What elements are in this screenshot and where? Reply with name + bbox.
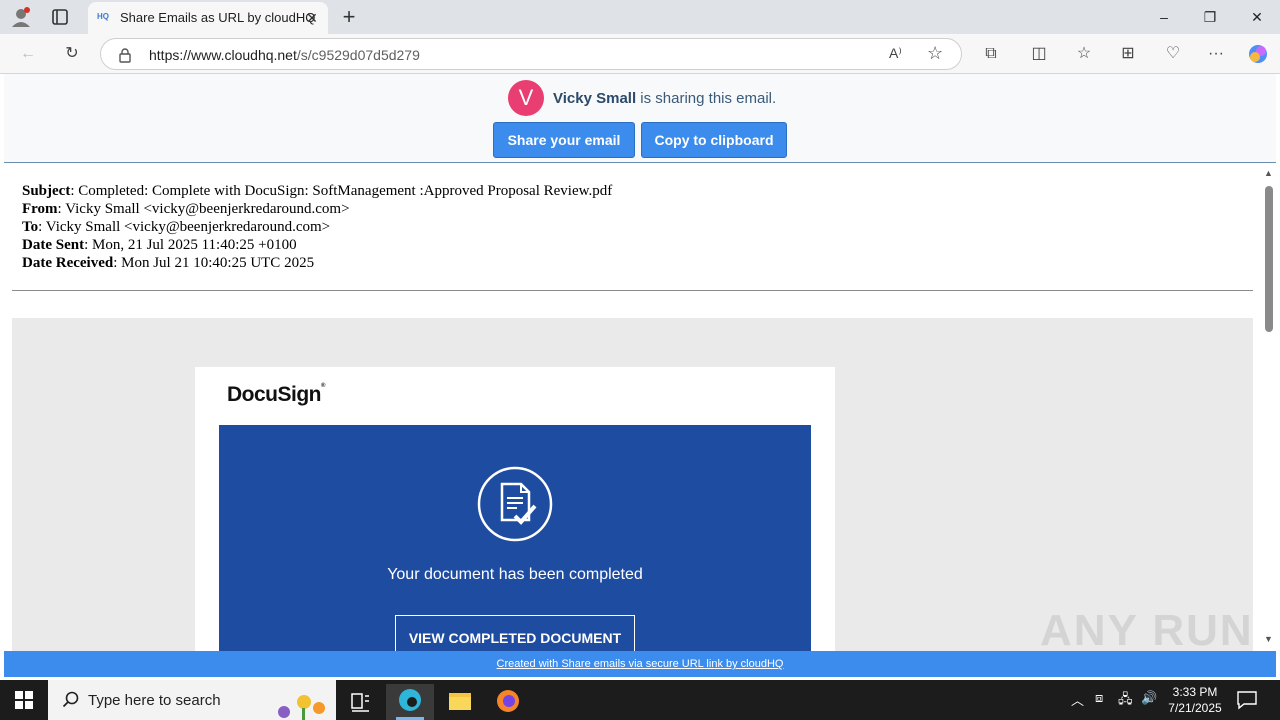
split-screen-icon[interactable]: ◫ xyxy=(1027,42,1051,66)
scroll-up-arrow-icon[interactable]: ▲ xyxy=(1264,168,1273,178)
sharing-suffix: is sharing this email. xyxy=(636,90,777,107)
docusign-banner: Your document has been completed VIEW CO… xyxy=(219,425,811,677)
to-value: : Vicky Small <vicky@beenjerkredaround.c… xyxy=(38,219,331,235)
clock-date: 7/21/2025 xyxy=(1168,701,1222,715)
metadata-divider xyxy=(12,290,1253,291)
document-completed-icon xyxy=(477,466,553,542)
address-bar[interactable]: https://www.cloudhq.net/s/c9529d07d5d279… xyxy=(100,38,962,70)
scrollbar-thumb[interactable] xyxy=(1265,186,1273,332)
read-aloud-icon[interactable]: A⁾ xyxy=(889,45,909,65)
docusign-logo: DocuSign® xyxy=(227,383,325,406)
collections-icon[interactable]: ⊞ xyxy=(1116,42,1140,66)
extensions-icon[interactable]: ⧉ xyxy=(979,42,1003,66)
task-view-icon[interactable] xyxy=(336,684,384,720)
file-explorer-icon[interactable] xyxy=(436,684,484,720)
copilot-icon[interactable] xyxy=(1246,42,1270,66)
share-header: V Vicky Small is sharing this email. Sha… xyxy=(4,74,1276,163)
browser-essentials-icon[interactable]: ♡ xyxy=(1161,42,1185,66)
sharing-message: Vicky Small is sharing this email. xyxy=(553,90,776,107)
subject-label: Subject xyxy=(22,183,71,199)
volume-icon[interactable]: 🔊 xyxy=(1141,690,1157,706)
profile-icon[interactable] xyxy=(10,6,32,28)
windows-taskbar: Type here to search ︿ ⧈ 🖧 🔊 3:33 PM 7/21… xyxy=(0,680,1280,720)
completed-message: Your document has been completed xyxy=(387,566,643,583)
search-placeholder: Type here to search xyxy=(88,692,221,709)
date-sent-value: : Mon, 21 Jul 2025 11:40:25 +0100 xyxy=(84,237,297,253)
refresh-icon[interactable]: ↻ xyxy=(60,42,84,66)
copy-to-clipboard-button[interactable]: Copy to clipboard xyxy=(641,122,787,158)
show-hidden-icons-icon[interactable]: ︿ xyxy=(1071,690,1084,709)
date-received-label: Date Received xyxy=(22,255,114,271)
window-close-icon[interactable]: ✕ xyxy=(1246,6,1268,28)
clock-time: 3:33 PM xyxy=(1172,685,1218,699)
from-value: : Vicky Small <vicky@beenjerkredaround.c… xyxy=(57,201,350,217)
notifications-icon[interactable] xyxy=(1236,690,1258,710)
subject-value: : Completed: Complete with DocuSign: Sof… xyxy=(70,183,613,199)
tab-actions-icon[interactable] xyxy=(51,8,69,26)
windows-start-icon[interactable] xyxy=(0,680,48,720)
tab-share-emails[interactable]: HQ Share Emails as URL by cloudHQ ✕ xyxy=(88,2,328,34)
date-received-line: Date Received: Mon Jul 21 10:40:25 UTC 2… xyxy=(22,254,612,272)
page-viewport: V Vicky Small is sharing this email. Sha… xyxy=(4,74,1276,677)
network-icon[interactable]: 🖧 xyxy=(1118,690,1133,712)
date-sent-label: Date Sent xyxy=(22,237,85,253)
tab-title: Share Emails as URL by cloudHQ xyxy=(120,10,316,25)
from-line: From: Vicky Small <vicky@beenjerkredarou… xyxy=(22,200,612,218)
to-label: To xyxy=(22,219,39,235)
docusign-logo-text: DocuSign xyxy=(227,383,322,406)
scroll-down-arrow-icon[interactable]: ▼ xyxy=(1264,634,1273,644)
settings-more-icon[interactable]: ··· xyxy=(1204,42,1228,66)
sharer-name: Vicky Small xyxy=(553,90,637,107)
anyrun-watermark: ANY RUN xyxy=(1040,606,1254,655)
date-received-value: : Mon Jul 21 10:40:25 UTC 2025 xyxy=(113,255,315,271)
docusign-card: DocuSign® Your document has been complet… xyxy=(195,367,835,677)
url-text[interactable]: https://www.cloudhq.net/s/c9529d07d5d279 xyxy=(149,47,420,63)
firefox-icon[interactable] xyxy=(484,684,532,720)
flowers-decoration-icon xyxy=(278,695,325,720)
search-icon xyxy=(62,691,79,708)
subject-line: Subject: Completed: Complete with DocuSi… xyxy=(22,182,612,200)
taskbar-search-box[interactable]: Type here to search xyxy=(48,680,336,720)
from-label: From xyxy=(22,201,58,217)
taskbar-clock[interactable]: 3:33 PM 7/21/2025 xyxy=(1160,684,1230,716)
url-host: https://www.cloudhq.net xyxy=(149,47,297,63)
browser-toolbar: ← ↻ https://www.cloudhq.net/s/c9529d07d5… xyxy=(0,34,1280,74)
avatar: V xyxy=(508,80,544,116)
vertical-scrollbar[interactable]: ▲ ▼ xyxy=(1262,164,1276,650)
new-tab-icon[interactable]: + xyxy=(338,6,360,28)
restore-icon[interactable]: ❐ xyxy=(1199,6,1221,28)
tab-close-icon[interactable]: ✕ xyxy=(304,10,320,26)
minimize-icon[interactable]: – xyxy=(1153,6,1175,28)
cloudhq-footer-link[interactable]: Created with Share emails via secure URL… xyxy=(497,658,784,670)
date-sent-line: Date Sent: Mon, 21 Jul 2025 11:40:25 +01… xyxy=(22,236,612,254)
email-metadata: Subject: Completed: Complete with DocuSi… xyxy=(22,182,612,272)
share-your-email-button[interactable]: Share your email xyxy=(493,122,635,158)
browser-tab-bar: HQ Share Emails as URL by cloudHQ ✕ + – … xyxy=(0,0,1280,34)
back-arrow-icon[interactable]: ← xyxy=(16,42,40,66)
favorite-star-icon[interactable]: ☆ xyxy=(927,43,949,65)
to-line: To: Vicky Small <vicky@beenjerkredaround… xyxy=(22,218,612,236)
device-icon[interactable]: ⧈ xyxy=(1095,690,1103,706)
url-path: /s/c9529d07d5d279 xyxy=(296,47,420,63)
favorites-icon[interactable]: ☆ xyxy=(1072,42,1096,66)
cloudhq-favicon-icon: HQ xyxy=(97,12,109,21)
edge-taskbar-icon[interactable] xyxy=(386,684,434,720)
lock-icon[interactable] xyxy=(117,47,133,63)
